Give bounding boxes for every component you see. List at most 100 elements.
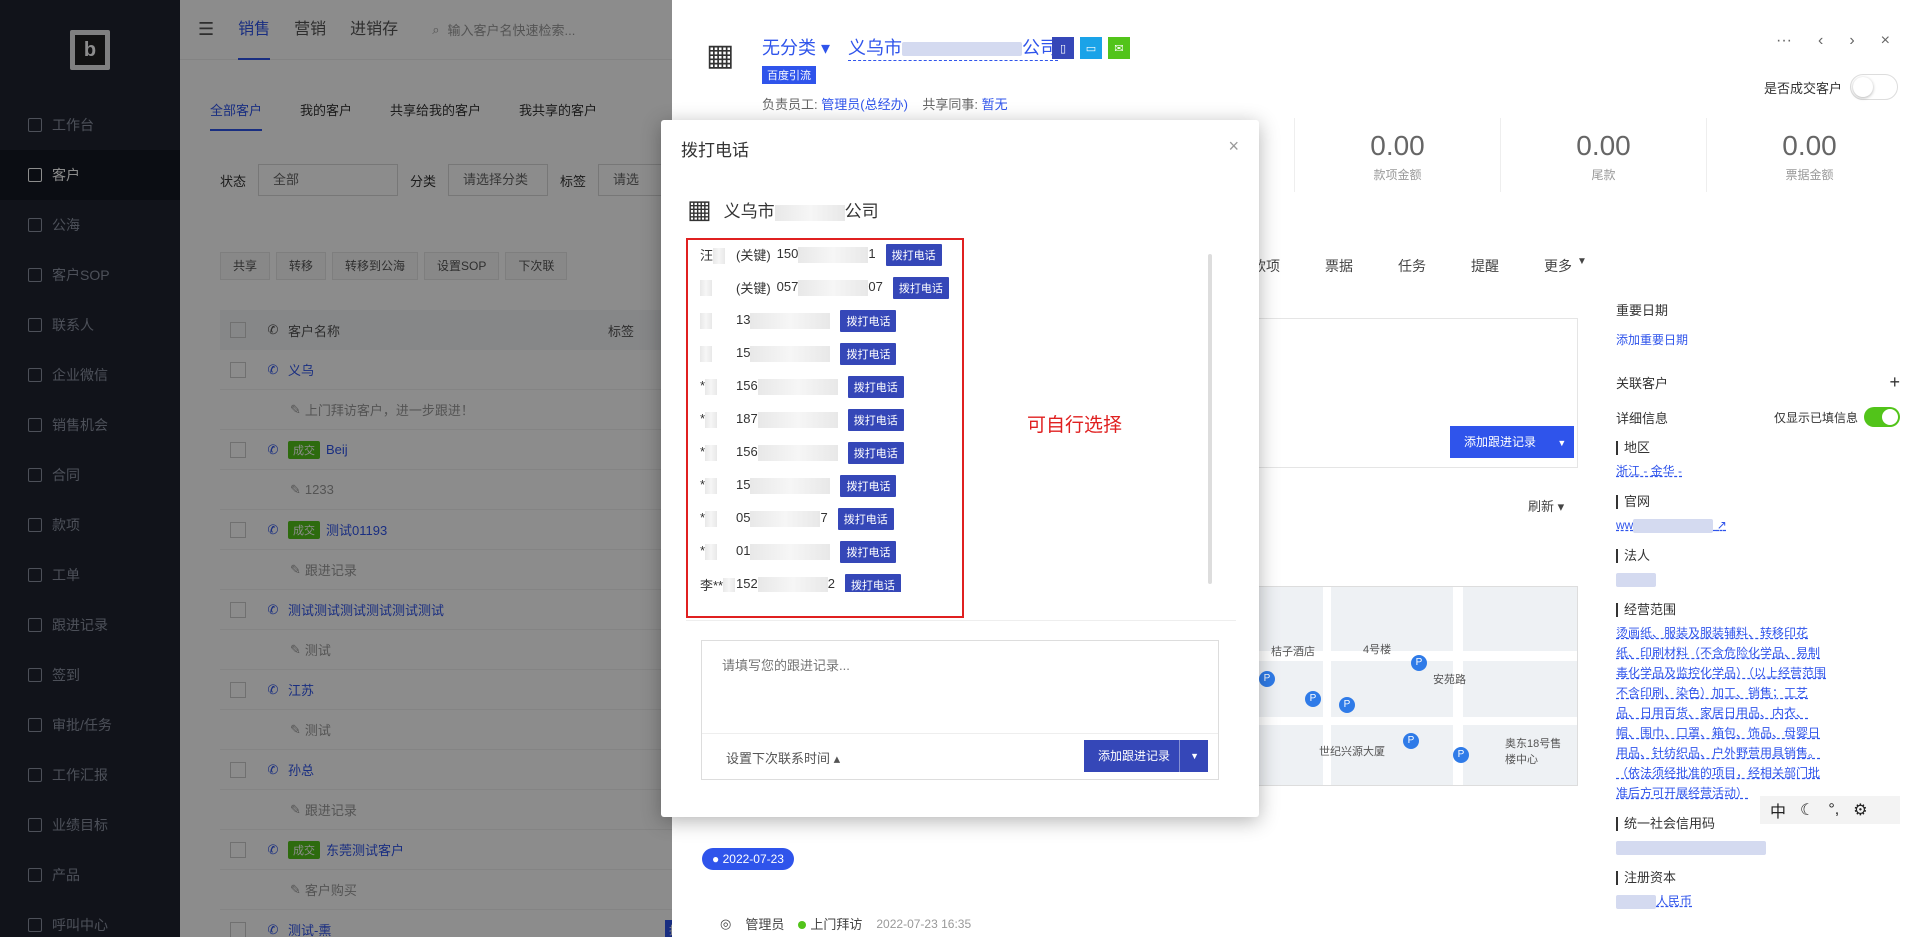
location-map[interactable]: 桔子酒店 安苑路 世纪兴源大厦 奥东18号售楼中心 4号楼 P P P P P … [1252, 586, 1578, 786]
drawer-tab[interactable]: 提醒 [1471, 256, 1499, 276]
building-icon: ▦ [687, 194, 712, 224]
add-follow-button[interactable]: 添加跟进记录 ▼ [1084, 740, 1208, 772]
timeline-date: ● 2022-07-23 [702, 848, 794, 870]
drawer-tab[interactable]: 更多 [1544, 256, 1572, 276]
button-divider [1179, 740, 1180, 772]
stat-value: 0.00 [1782, 130, 1837, 161]
capital-value: 人民币 [1616, 891, 1900, 911]
owner-label: 负责员工: [762, 97, 818, 112]
hint-text: 可自行选择 [1027, 415, 1123, 436]
next-contact-time-button[interactable]: 设置下次联系时间 ▴ [726, 748, 840, 767]
capital-label: 注册资本 [1616, 871, 1900, 885]
parking-pin-icon: P [1305, 691, 1321, 707]
deal-toggle-row: 是否成交客户 [1764, 74, 1898, 100]
caret-down-icon: ▼ [1557, 438, 1567, 448]
dialog-company-name: 义乌市 公司 [724, 197, 879, 222]
user-avatar-icon: ◎ [720, 915, 732, 931]
timeline-type: 上门拜访 [810, 917, 863, 932]
stat-card: 0.00 票据金额 [1706, 118, 1912, 192]
parking-pin-icon: P [1403, 733, 1419, 749]
scrollbar[interactable] [1208, 254, 1212, 584]
ime-mode[interactable]: 中 [1770, 798, 1786, 822]
call-dialog: 拨打电话 × ▦ 义乌市 公司 汪 (关键) 150 1 拨打电话 (关键) 057 07 拨打电… [661, 120, 1259, 817]
legal-value[interactable] [1616, 569, 1900, 589]
company-prefix: 义乌市 [723, 202, 775, 221]
capital-text: 人民币 [1656, 894, 1693, 908]
only-filled-toggle[interactable] [1864, 407, 1900, 427]
important-date-title: 重要日期 [1616, 303, 1669, 318]
timeline-date-text: 2022-07-23 [722, 852, 784, 866]
stat-label: 尾款 [1591, 168, 1616, 182]
deal-label: 是否成交客户 [1763, 80, 1842, 96]
parking-pin-icon: P [1259, 671, 1275, 687]
external-link-icon[interactable]: ↗ [1717, 518, 1727, 532]
gear-icon[interactable]: ⚙ [1853, 800, 1867, 820]
next-icon[interactable]: › [1849, 32, 1854, 50]
follow-note-input[interactable] [702, 641, 1218, 731]
region-value[interactable]: 浙江 - 金华 - [1616, 461, 1900, 481]
close-icon[interactable]: × [1228, 136, 1239, 157]
details-title: 详细信息 [1616, 410, 1669, 426]
stats-row: 0.00 款项金额 0.00 尾款 0.00 票据金额 [1294, 118, 1912, 192]
drawer-tabs: 款项 票据 任务 提醒 更多 ▼ [1252, 256, 1587, 276]
masked-text [1616, 840, 1766, 855]
region-label: 地区 [1616, 441, 1900, 455]
moon-icon[interactable]: ☾ [1800, 800, 1814, 820]
timeline-entry: ◎ 管理员 上门拜访 2022-07-23 16:35 [720, 914, 971, 933]
share-label: 共享同事: [922, 97, 978, 112]
drawer-tab[interactable]: 任务 [1398, 256, 1426, 276]
dialog-company: ▦ 义乌市 公司 [687, 194, 879, 225]
credit-code-value [1616, 837, 1900, 857]
website-value[interactable]: ww ↗ [1616, 515, 1900, 535]
owner-value[interactable]: 管理员(总经办) [821, 97, 908, 112]
timeline-time: 2022-07-23 16:35 [876, 916, 972, 931]
ime-toolbar[interactable]: 中 ☾ °, ⚙ [1760, 796, 1900, 824]
highlight-frame [686, 238, 964, 618]
map-label: 4号楼 [1363, 644, 1392, 656]
more-icon[interactable]: ··· [1776, 32, 1792, 50]
mail-icon[interactable]: ✉ [1108, 37, 1130, 59]
add-follow-label: 添加跟进记录 [1464, 435, 1537, 449]
punctuation-icon[interactable]: °, [1828, 801, 1839, 819]
masked-text [774, 204, 845, 221]
timeline-type-wrap: 上门拜访 [798, 914, 862, 933]
message-icon[interactable]: ▭ [1080, 37, 1102, 59]
close-icon[interactable]: × [1881, 32, 1890, 50]
building-icon: ▦ [706, 39, 735, 72]
related-customer-title: 关联客户 [1616, 376, 1669, 391]
dialog-title: 拨打电话 [681, 141, 749, 160]
category-dropdown[interactable]: 无分类 ▾ [762, 34, 830, 60]
add-important-date-link[interactable]: 添加重要日期 [1616, 331, 1900, 348]
share-value[interactable]: 暂无 [982, 97, 1008, 112]
map-label: 奥东18号售楼中心 [1505, 738, 1562, 766]
refresh-button[interactable]: 刷新 ▾ [1528, 496, 1564, 515]
chevron-down-icon[interactable]: ▼ [1577, 256, 1587, 276]
add-follow-label: 添加跟进记录 [1098, 749, 1171, 763]
add-icon[interactable]: + [1889, 372, 1900, 393]
parking-pin-icon: P [1339, 697, 1355, 713]
source-tag: 百度引流 [762, 66, 816, 84]
category-value: 无分类 [762, 38, 816, 58]
follow-note-box: 设置下次联系时间 ▴ 添加跟进记录 ▼ [701, 640, 1219, 780]
caret-down-icon[interactable]: ▼ [1190, 740, 1199, 772]
company-name[interactable]: 义乌市 公司 [848, 34, 1058, 61]
map-label: 世纪兴源大厦 [1319, 746, 1385, 758]
stat-value: 0.00 [1576, 130, 1631, 161]
stat-card: 0.00 尾款 [1500, 118, 1706, 192]
scope-value[interactable]: 烫画纸、服装及服装辅料、转移印花纸、印刷材料（不含危险化学品、易制毒化学品及监控… [1616, 623, 1826, 803]
masked-text [1633, 518, 1714, 533]
deal-toggle[interactable] [1850, 74, 1898, 100]
company-suffix: 公司 [844, 202, 879, 221]
masked-text [1616, 894, 1656, 909]
drawer-controls: ··· ‹ › × [1776, 32, 1890, 50]
stat-label: 票据金额 [1785, 168, 1834, 182]
parking-pin-icon: P [1453, 747, 1469, 763]
note-footer: 设置下次联系时间 ▴ 添加跟进记录 ▼ [702, 733, 1218, 779]
drawer-tab[interactable]: 票据 [1325, 256, 1353, 276]
mobile-icon[interactable]: ▯ [1052, 37, 1074, 59]
prev-icon[interactable]: ‹ [1818, 32, 1823, 50]
map-label: 桔子酒店 [1271, 646, 1315, 658]
parking-pin-icon: P [1411, 655, 1427, 671]
add-follow-button-bg[interactable]: 添加跟进记录 ▼ [1450, 426, 1574, 458]
divider [686, 620, 1236, 621]
